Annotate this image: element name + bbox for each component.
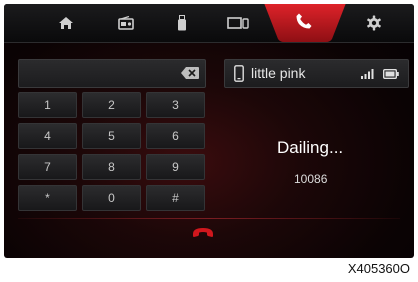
screen-mirror-icon <box>227 17 249 29</box>
keypad-key-1[interactable]: 1 <box>18 92 77 118</box>
keypad-key-5[interactable]: 5 <box>82 123 141 149</box>
connected-device-panel[interactable]: little pink <box>224 59 409 88</box>
signal-icon <box>361 69 374 79</box>
keypad-key-hash[interactable]: # <box>146 185 205 211</box>
dialed-number: 10086 <box>294 172 328 186</box>
keypad-key-3[interactable]: 3 <box>146 92 205 118</box>
dial-number-input[interactable] <box>18 59 206 88</box>
keypad-key-0[interactable]: 0 <box>82 185 141 211</box>
call-status: Dailing... <box>277 138 344 157</box>
keypad-key-7[interactable]: 7 <box>18 154 77 180</box>
tab-usb[interactable] <box>164 4 200 42</box>
keypad-key-6[interactable]: 6 <box>146 123 205 149</box>
keypad-key-star[interactable]: * <box>18 185 77 211</box>
keypad-key-2[interactable]: 2 <box>82 92 141 118</box>
tab-screen-mirroring[interactable] <box>220 4 256 42</box>
usb-icon <box>178 15 186 31</box>
backspace-icon[interactable] <box>181 67 199 79</box>
infotainment-screen: 1 2 3 4 5 6 7 8 9 * 0 # little pink Dail… <box>4 4 414 258</box>
divider <box>18 218 400 219</box>
tab-home[interactable] <box>48 4 84 42</box>
hang-up-icon[interactable] <box>192 226 214 238</box>
tab-phone[interactable] <box>262 4 348 43</box>
radio-icon <box>118 16 134 30</box>
smartphone-icon <box>234 65 244 82</box>
keypad-key-8[interactable]: 8 <box>82 154 141 180</box>
gear-icon <box>367 15 381 31</box>
device-name: little pink <box>251 65 306 81</box>
battery-icon <box>383 69 399 79</box>
keypad-key-4[interactable]: 4 <box>18 123 77 149</box>
keypad-key-9[interactable]: 9 <box>146 154 205 180</box>
top-navigation-bar <box>4 4 414 43</box>
tab-radio[interactable] <box>108 4 144 42</box>
home-icon <box>59 17 73 29</box>
figure-code: X405360O <box>347 261 410 276</box>
phone-icon <box>296 13 312 29</box>
tab-settings[interactable] <box>356 4 392 42</box>
